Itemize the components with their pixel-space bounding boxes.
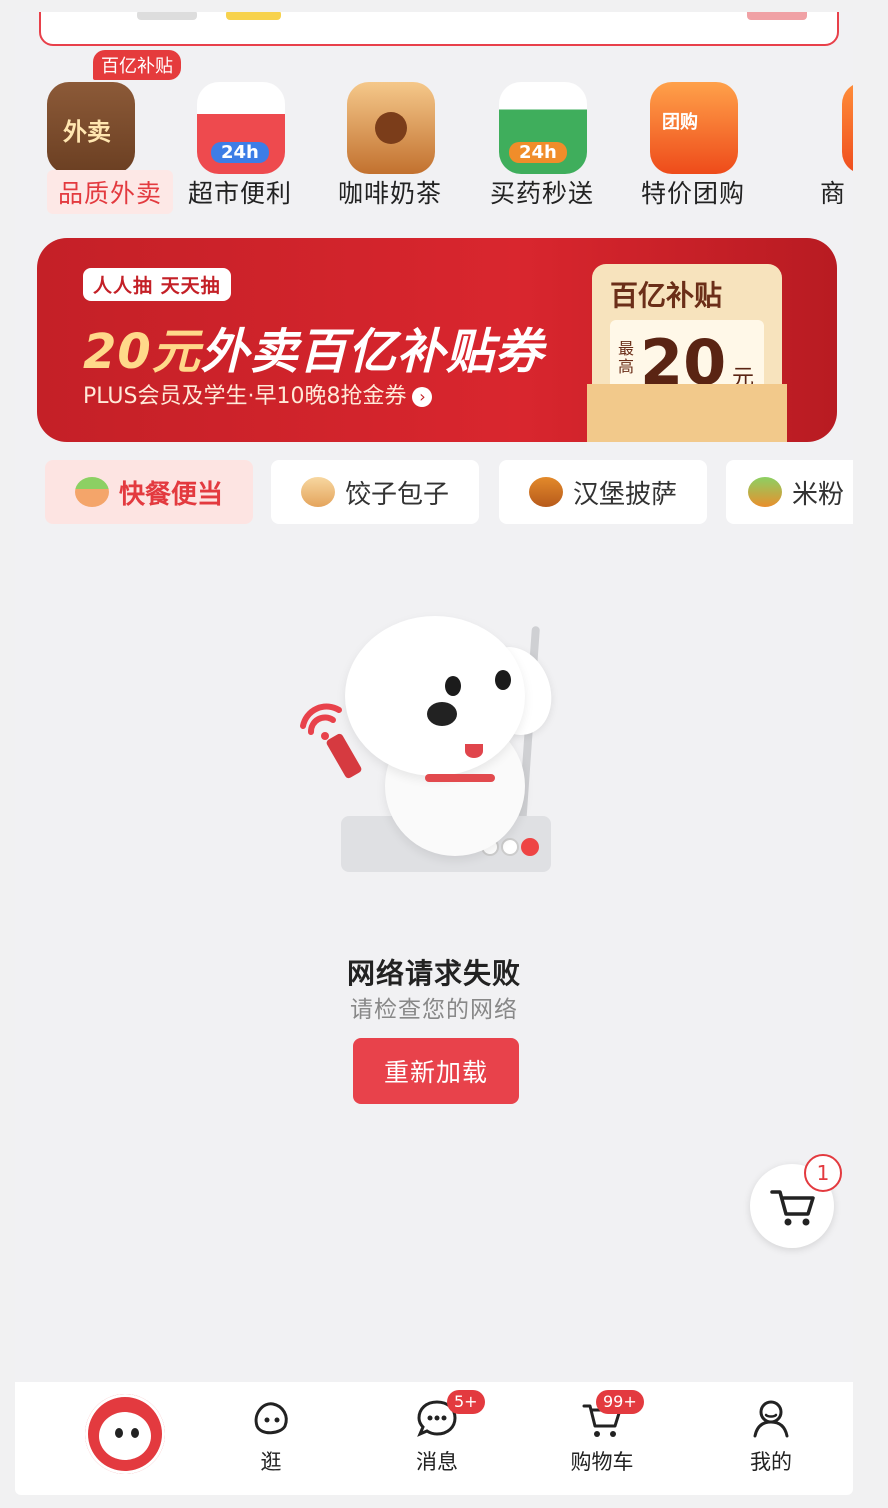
burger-icon [528,477,563,507]
nav-profile[interactable]: 我的 [711,1382,831,1495]
banner-amount: 20元 [83,324,201,380]
banner-headline: 20元外卖百亿补贴券 [83,312,544,382]
subsidy-banner[interactable]: 人人抽 天天抽 20元外卖百亿补贴券 PLUS会员及学生·早10晚8抢金券 › 百… [37,238,837,442]
router-light [501,838,519,856]
takeout-bag-icon: 外卖 [47,82,135,174]
coupon-card: 百亿补贴 最高 20 元 [587,264,787,442]
jd-home-logo-icon [85,1394,165,1474]
nav-label: 逛 [260,1450,282,1474]
category-coffee-tea[interactable]: 咖啡奶茶 [315,50,455,220]
subtab-label: 快餐便当 [118,479,223,510]
nav-label: 消息 [416,1450,458,1474]
category-row: 外卖 百亿补贴 品质外卖 24h 超市便利 咖啡奶茶 24h 买药秒送 团购 特… [15,50,853,220]
subtab-fast-food[interactable]: 快餐便当 [45,460,253,524]
search-tag [226,12,281,20]
group-buy-icon-text: 团购 [662,112,698,133]
subtab-label: 米粉 [792,479,845,510]
reload-button[interactable]: 重新加载 [353,1038,519,1104]
mascot-eye [115,1428,123,1438]
category-label: 商 [820,179,847,208]
browse-icon [254,1402,288,1435]
medicine-icon: 24h [499,82,587,174]
banner-subtitle-text: PLUS会员及学生·早10晚8抢金券 [83,384,407,409]
noodle-icon [748,477,782,507]
search-button[interactable] [747,12,807,20]
profile-icon [753,1400,789,1438]
chevron-right-icon: › [412,387,433,407]
mascot-nose [427,702,457,726]
takeout-icon-text: 外卖 [63,118,111,146]
nav-label: 购物车 [570,1450,634,1474]
subtab-dumplings[interactable]: 饺子包子 [271,460,479,524]
router-light [521,838,539,856]
cart-count-badge: 1 [804,1154,842,1192]
category-label: 特价团购 [640,179,745,208]
search-bar[interactable] [39,12,839,46]
banner-tag: 人人抽 天天抽 [83,268,231,301]
wifi-signal-icon [300,703,342,740]
supermarket-icon: 24h [197,82,285,174]
category-medicine[interactable]: 24h 买药秒送 [467,50,607,220]
category-label: 咖啡奶茶 [337,179,442,208]
shop-icon [842,82,853,174]
nav-home[interactable] [35,1382,215,1495]
subtab-label: 汉堡披萨 [572,479,677,510]
app-screen: 外卖 百亿补贴 品质外卖 24h 超市便利 咖啡奶茶 24h 买药秒送 团购 特… [15,12,853,1495]
coupon-max-label: 最高 [618,339,635,376]
envelope-decoration [587,384,787,442]
subtab-rice-noodle[interactable]: 米粉 [726,460,853,524]
category-group-buy[interactable]: 团购 特价团购 [618,50,758,220]
bottom-navigation: 逛 5+ 消息 99+ 购物车 我的 [15,1382,853,1495]
category-supermarket[interactable]: 24h 超市便利 [165,50,305,220]
banner-subtitle: PLUS会员及学生·早10晚8抢金券 › [83,378,433,410]
floating-cart-button[interactable]: 1 [750,1154,842,1248]
dumpling-icon [300,477,335,507]
category-quality-takeout[interactable]: 外卖 百亿补贴 品质外卖 [15,50,181,220]
category-label: 超市便利 [187,179,292,208]
mascot-face [99,1412,151,1460]
nav-messages[interactable]: 5+ 消息 [377,1382,497,1495]
mascot-eye [445,676,461,696]
banner-headline-text: 外卖百亿补贴券 [200,324,544,380]
coupon-title: 百亿补贴 [610,279,723,312]
supermarket-icon-text: 24h [211,142,269,163]
category-shop[interactable]: 商 [770,50,853,220]
rice-bowl-icon [74,477,109,507]
search-hint [137,12,197,20]
cart-badge: 99+ [596,1390,644,1414]
category-label: 品质外卖 [47,170,173,214]
error-title: 网络请求失败 [346,957,521,990]
mascot-collar [425,774,495,782]
message-badge: 5+ [447,1390,485,1414]
subtab-burger-pizza[interactable]: 汉堡披萨 [499,460,707,524]
coffee-bean-icon [375,112,407,144]
mascot-head [345,616,525,776]
category-label: 买药秒送 [489,179,594,208]
network-error-illustration [275,606,595,876]
food-subtabs: 快餐便当 饺子包子 汉堡披萨 米粉 [15,460,853,526]
subtab-label: 饺子包子 [344,479,449,510]
medicine-icon-text: 24h [509,142,567,163]
error-subtitle: 请检查您的网络 [350,997,518,1023]
nav-label: 我的 [750,1450,792,1474]
mascot-eye [131,1428,139,1438]
nav-browse[interactable]: 逛 [211,1382,331,1495]
mascot-eye [495,670,511,690]
nav-cart[interactable]: 99+ 购物车 [542,1382,662,1495]
coffee-cup-icon [347,82,435,174]
group-buy-icon: 团购 [650,82,738,174]
mascot-tongue [465,744,483,758]
